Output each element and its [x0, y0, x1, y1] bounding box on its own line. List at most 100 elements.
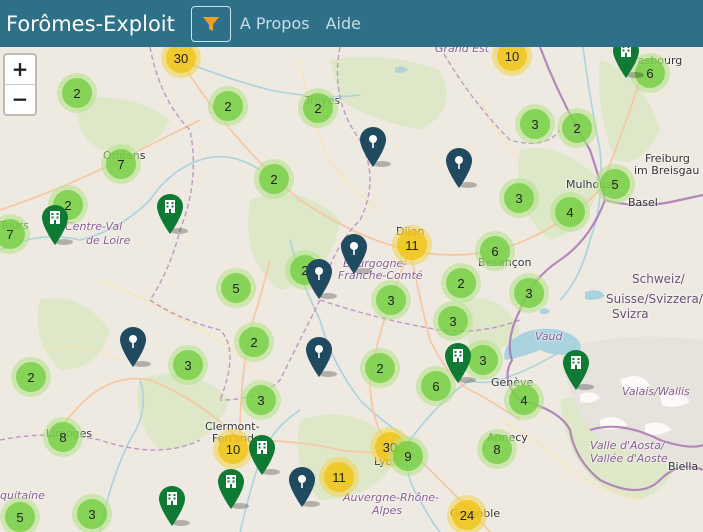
marker-cluster[interactable]: 8 — [477, 429, 517, 469]
marker-cluster[interactable]: 2 — [208, 86, 248, 126]
cluster-count: 3 — [77, 499, 107, 529]
region-label: Alpes — [372, 504, 403, 517]
country-label: Schweiz/ — [632, 272, 685, 286]
marker-cluster[interactable]: 5 — [0, 497, 40, 532]
marker-cluster[interactable]: 11 — [392, 225, 432, 265]
cluster-count: 5 — [221, 273, 251, 303]
region-label: Valais/Wallis — [622, 385, 690, 398]
marker-cluster[interactable]: 2 — [441, 263, 481, 303]
building-marker[interactable] — [218, 469, 258, 514]
marker-cluster[interactable]: 3 — [168, 345, 208, 385]
cluster-count: 2 — [62, 78, 92, 108]
map-pin-marker[interactable] — [341, 234, 381, 279]
marker-cluster[interactable]: 5 — [216, 268, 256, 308]
region-label: Vaud — [535, 330, 563, 343]
marker-cluster[interactable]: 2 — [360, 348, 400, 388]
cluster-count: 30 — [166, 47, 196, 73]
region-label: Vallée d'Aoste — [590, 452, 668, 465]
map-pin-marker[interactable] — [306, 259, 346, 304]
marker-cluster[interactable]: 3 — [515, 104, 555, 144]
map-pin-marker[interactable] — [120, 327, 160, 372]
marker-cluster[interactable]: 7 — [101, 144, 141, 184]
marker-cluster[interactable]: 2 — [298, 88, 338, 128]
marker-cluster[interactable]: 6 — [475, 231, 515, 271]
country-label: Svizra — [612, 307, 649, 321]
map-pin-marker[interactable] — [385, 47, 425, 52]
marker-cluster[interactable]: 2 — [254, 159, 294, 199]
navbar: Forômes-Exploit A Propos Aide — [0, 0, 703, 47]
marker-cluster[interactable]: 8 — [43, 417, 83, 457]
map-pin-marker[interactable] — [306, 337, 346, 382]
region-label: Grand Est — [435, 47, 490, 55]
cluster-count: 6 — [480, 236, 510, 266]
app-brand[interactable]: Forômes-Exploit — [6, 12, 175, 36]
city-label: im Breisgau — [634, 164, 700, 177]
marker-cluster[interactable]: 2 — [57, 73, 97, 113]
map-pin-marker[interactable] — [289, 467, 329, 512]
cluster-count: 5 — [5, 502, 35, 532]
cluster-count: 5 — [600, 169, 630, 199]
city-label: Basel — [628, 196, 658, 209]
marker-cluster[interactable]: 24 — [447, 495, 487, 532]
cluster-count: 2 — [446, 268, 476, 298]
marker-cluster[interactable]: 3 — [241, 380, 281, 420]
marker-cluster[interactable]: 2 — [557, 108, 597, 148]
region-label: Valle d'Aosta/ — [590, 439, 665, 452]
building-marker[interactable] — [157, 194, 197, 239]
cluster-count: 9 — [393, 441, 423, 471]
building-marker[interactable] — [42, 205, 82, 250]
building-marker[interactable] — [563, 350, 603, 395]
marker-cluster[interactable]: 3 — [509, 273, 549, 313]
zoom-out-button[interactable]: − — [5, 85, 35, 114]
filter-button[interactable] — [190, 5, 231, 42]
cluster-count: 2 — [16, 362, 46, 392]
marker-cluster[interactable]: 4 — [504, 380, 544, 420]
cluster-count: 4 — [555, 197, 585, 227]
cluster-count: 2 — [239, 327, 269, 357]
zoom-control: + − — [3, 53, 37, 116]
marker-cluster[interactable]: 10 — [213, 429, 253, 469]
marker-cluster[interactable]: 3 — [433, 301, 473, 341]
cluster-count: 3 — [438, 306, 468, 336]
region-label: de Loire — [86, 234, 131, 247]
region-label: Auvergne-Rhône- — [343, 491, 440, 504]
marker-cluster[interactable]: 5 — [595, 164, 635, 204]
cluster-count: 11 — [397, 230, 427, 260]
building-marker[interactable] — [159, 486, 199, 531]
cluster-count: 2 — [562, 113, 592, 143]
cluster-count: 3 — [246, 385, 276, 415]
cluster-count: 2 — [213, 91, 243, 121]
marker-cluster[interactable]: 2 — [234, 322, 274, 362]
cluster-count: 7 — [106, 149, 136, 179]
map-pin-marker[interactable] — [446, 148, 486, 193]
cluster-count: 10 — [218, 434, 248, 464]
country-label: Suisse/Svizzera/ — [606, 292, 703, 306]
building-marker[interactable] — [445, 343, 485, 388]
marker-cluster[interactable]: 9 — [388, 436, 428, 476]
marker-cluster[interactable]: 3 — [499, 178, 539, 218]
city-label: Biella — [668, 460, 699, 473]
nav-link-a-propos[interactable]: A Propos — [240, 14, 310, 33]
cluster-count: 24 — [452, 500, 482, 530]
cluster-count: 8 — [48, 422, 78, 452]
cluster-count: 4 — [509, 385, 539, 415]
cluster-count: 8 — [482, 434, 512, 464]
map[interactable]: + − Grand EstStrasbourgTroyesOrléansFrei… — [0, 47, 703, 532]
nav-link-aide[interactable]: Aide — [326, 14, 361, 33]
cluster-count: 3 — [376, 285, 406, 315]
cluster-count: 3 — [504, 183, 534, 213]
cluster-count: 7 — [0, 219, 25, 249]
map-pin-marker[interactable] — [568, 47, 608, 52]
filter-icon — [202, 16, 219, 31]
marker-cluster[interactable]: 2 — [11, 357, 51, 397]
zoom-in-button[interactable]: + — [5, 55, 35, 85]
map-pin-marker[interactable] — [360, 127, 400, 172]
marker-cluster[interactable]: 4 — [550, 192, 590, 232]
cluster-count: 2 — [259, 164, 289, 194]
marker-cluster[interactable]: 3 — [371, 280, 411, 320]
cluster-count: 3 — [520, 109, 550, 139]
marker-cluster[interactable]: 3 — [72, 494, 112, 532]
cluster-count: 3 — [173, 350, 203, 380]
cluster-count: 3 — [514, 278, 544, 308]
building-marker[interactable] — [613, 47, 653, 83]
